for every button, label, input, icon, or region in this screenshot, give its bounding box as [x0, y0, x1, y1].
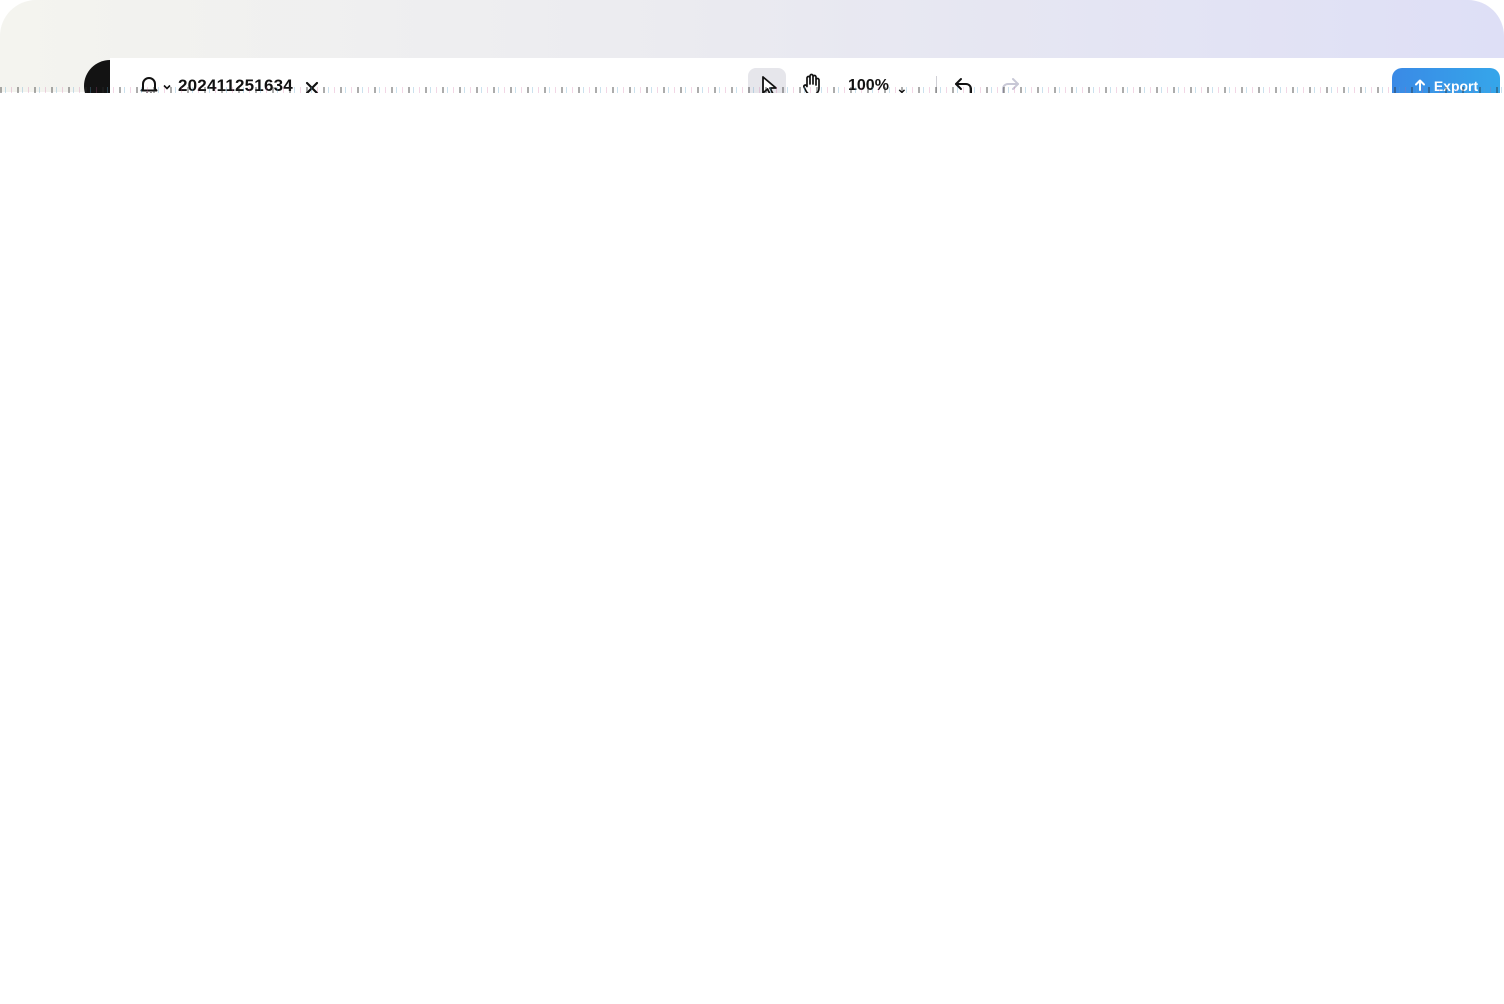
app-window: 202411251634 100% ⌄ — [0, 0, 1504, 1004]
editor-canvas[interactable] — [0, 93, 1504, 1004]
